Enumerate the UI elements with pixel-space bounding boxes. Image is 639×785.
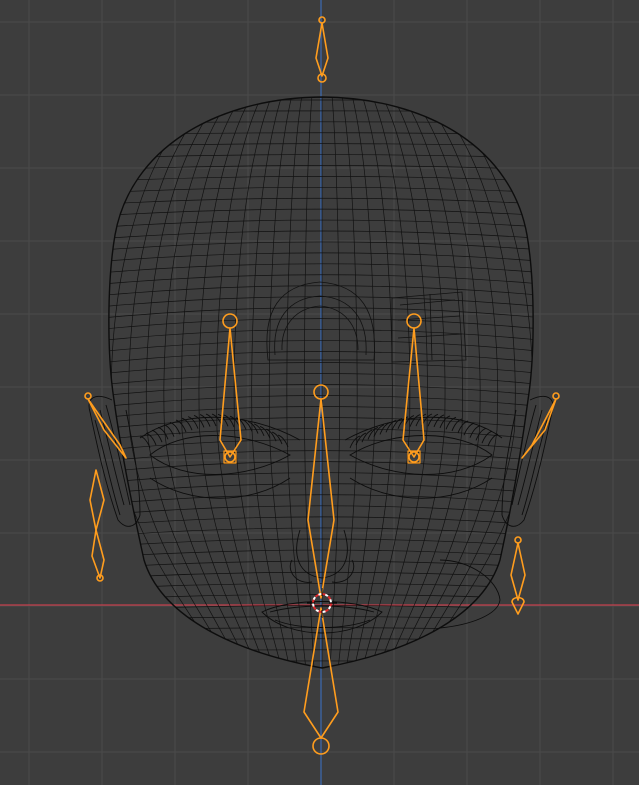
mesh-edge	[108, 230, 534, 239]
mesh-edge	[108, 110, 534, 112]
mesh-edge	[108, 638, 534, 642]
mesh-edge	[108, 649, 534, 652]
mesh-edge	[108, 549, 534, 558]
eyelash	[277, 434, 289, 448]
eyelash	[355, 432, 367, 446]
3d-viewport[interactable]	[0, 0, 639, 785]
mesh-edge	[337, 97, 358, 668]
mesh-edge	[108, 252, 534, 262]
mesh-edge	[108, 186, 534, 194]
mesh-edge	[108, 274, 534, 285]
mesh-edge	[108, 362, 534, 375]
mesh-edge	[108, 560, 534, 568]
eyelash	[349, 435, 361, 449]
mesh-edge	[108, 538, 534, 547]
mesh-edge	[108, 132, 534, 136]
mesh-edge	[286, 97, 307, 668]
bone-head-top[interactable]	[315, 16, 329, 83]
mesh-edge	[145, 97, 244, 668]
bone-ear-left-chain[interactable]	[84, 392, 127, 582]
mesh-edge	[108, 516, 534, 526]
mesh-edge	[108, 660, 534, 662]
mesh-edge	[108, 197, 534, 205]
mesh-edge	[108, 340, 534, 353]
mesh-edge	[108, 527, 534, 537]
mesh-edge	[108, 121, 534, 124]
mesh-edge	[108, 143, 534, 147]
bone-eye-left[interactable]	[219, 313, 242, 464]
mesh-edge	[108, 241, 534, 251]
mesh-edge	[108, 296, 534, 308]
mesh-edge	[108, 285, 534, 296]
mesh-edge	[108, 373, 534, 386]
mesh-edge	[400, 97, 499, 668]
eyelash	[265, 428, 277, 442]
mesh-edge	[108, 176, 534, 182]
mesh-edge	[108, 351, 534, 364]
mesh-edge	[304, 97, 315, 668]
mesh-edge	[108, 154, 534, 159]
mesh-edge	[329, 97, 340, 668]
inner-geometry	[266, 281, 467, 363]
eyelash	[451, 418, 463, 432]
mesh-edge	[361, 97, 411, 668]
mesh-edge	[108, 263, 534, 274]
mesh-edge	[233, 97, 283, 668]
mesh-edge	[108, 472, 534, 484]
eyelash	[247, 421, 259, 434]
mesh-edge	[108, 483, 534, 494]
nose-mouth-region	[261, 529, 501, 634]
eyelash	[271, 431, 283, 445]
mesh-edge	[108, 627, 534, 631]
eyelash	[259, 426, 271, 439]
mesh-edge	[108, 384, 534, 397]
mesh-edge	[108, 494, 534, 505]
mesh-edge	[108, 208, 534, 217]
mesh-edge	[108, 395, 534, 408]
mesh-edge	[345, 97, 376, 668]
mesh-edge	[268, 97, 299, 668]
